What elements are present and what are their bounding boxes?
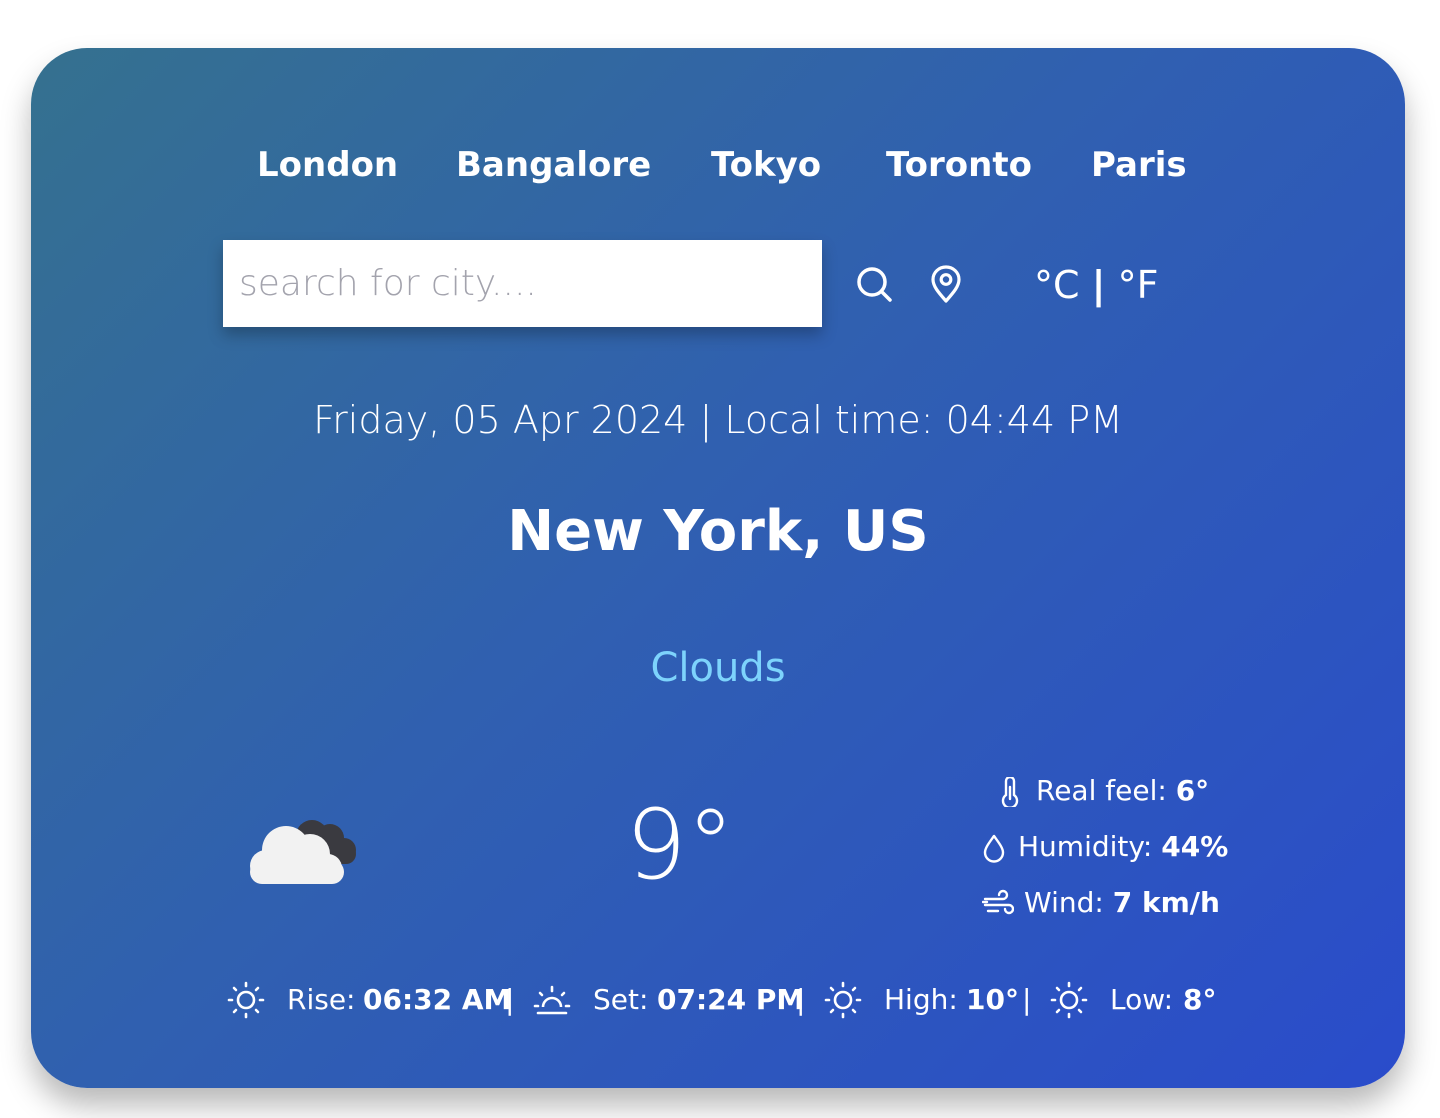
sunset-icon	[533, 985, 571, 1015]
city-nav: London Bangalore Tokyo Toronto Paris	[0, 140, 1440, 190]
humidity-value: 44%	[1161, 830, 1229, 863]
city-link-tokyo[interactable]: Tokyo	[711, 140, 821, 190]
wind-value: 7 km/h	[1112, 886, 1220, 919]
wind-label: Wind:	[1024, 886, 1104, 919]
humidity-label: Humidity:	[1018, 830, 1153, 863]
sunset-value: 07:24 PM	[657, 983, 805, 1016]
real-feel-row: Real feel: 6°	[996, 771, 1216, 811]
sun-temp-bar: Rise: 06:32 AM | Set: 07:24 PM | High: 1…	[0, 978, 1440, 1022]
city-link-paris[interactable]: Paris	[1091, 140, 1187, 190]
unit-toggle: °C | °F	[1034, 260, 1158, 310]
city-link-bangalore[interactable]: Bangalore	[456, 140, 651, 190]
droplet-icon	[983, 834, 1005, 863]
search-input[interactable]	[223, 240, 822, 327]
unit-separator: |	[1091, 263, 1106, 307]
sun-icon	[1050, 981, 1088, 1019]
thermometer-icon	[1001, 777, 1019, 807]
separator: |	[796, 983, 806, 1016]
sun-icon	[824, 981, 862, 1019]
sun-icon	[227, 981, 265, 1019]
sunrise-label: Rise:	[287, 983, 356, 1016]
sunrise-value: 06:32 AM	[363, 983, 512, 1016]
cloudy-icon	[244, 808, 362, 890]
weather-condition: Clouds	[650, 645, 786, 691]
wind-row: Wind: 7 km/h	[982, 883, 1222, 923]
low-temp-value: 8°	[1183, 983, 1217, 1016]
weather-card	[31, 48, 1405, 1088]
location-title: New York, US	[507, 499, 929, 564]
high-temp-label: High:	[884, 983, 958, 1016]
high-temp-value: 10°	[966, 983, 1019, 1016]
fahrenheit-button[interactable]: °F	[1118, 263, 1159, 307]
real-feel-value: 6°	[1175, 774, 1210, 807]
humidity-row: Humidity: 44%	[980, 827, 1228, 867]
search-icon[interactable]	[852, 262, 896, 306]
city-link-london[interactable]: London	[257, 140, 398, 190]
date-time-line: Friday, 05 Apr 2024 | Local time: 04:44 …	[313, 398, 1123, 442]
separator: |	[505, 983, 515, 1016]
wind-icon	[982, 889, 1014, 915]
low-temp-label: Low:	[1110, 983, 1174, 1016]
current-temperature: 9°	[625, 789, 735, 901]
celsius-button[interactable]: °C	[1034, 263, 1080, 307]
sunset-label: Set:	[593, 983, 649, 1016]
separator: |	[1022, 983, 1032, 1016]
map-pin-icon[interactable]	[924, 262, 968, 306]
real-feel-label: Real feel:	[1036, 774, 1167, 807]
city-link-toronto[interactable]: Toronto	[886, 140, 1032, 190]
